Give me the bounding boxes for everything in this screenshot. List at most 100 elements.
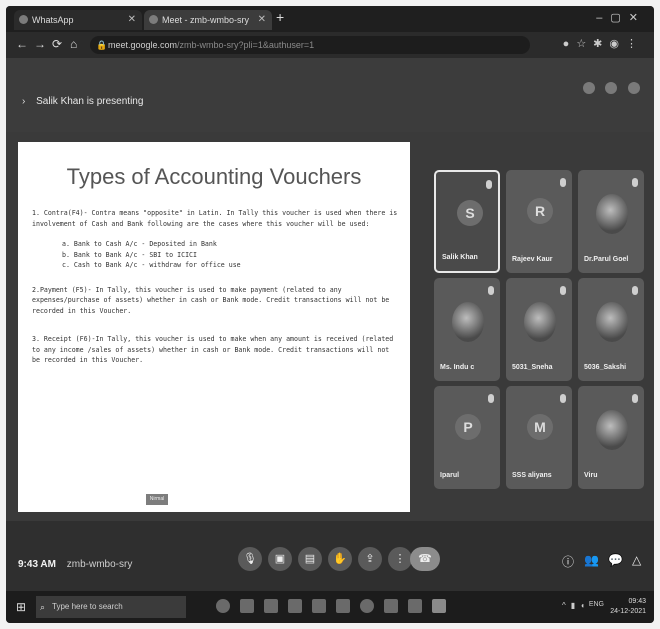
- browser-toolbar-icons[interactable]: ●☆✱◉⋮: [563, 37, 644, 50]
- avatar: S: [457, 200, 483, 226]
- lock-icon: 🔒: [96, 40, 108, 50]
- participant-photo: [596, 194, 628, 234]
- participant-photo: [596, 410, 628, 450]
- participant-name: Iparul: [440, 472, 460, 479]
- meeting-info: 9:43 AM zmb-wmbo-sry: [18, 559, 132, 570]
- activities-icon[interactable]: △: [632, 553, 641, 567]
- hand-icon: ✋: [333, 553, 347, 565]
- clock-time: 09:43: [628, 598, 646, 605]
- participant-tile[interactable]: 5031_Sneha: [506, 278, 572, 381]
- participant-name: Salik Khan: [442, 254, 478, 261]
- participant-tile[interactable]: S Salik Khan: [434, 170, 500, 273]
- people-icon[interactable]: 👥: [584, 553, 599, 567]
- search-placeholder: Type here to search: [52, 602, 123, 611]
- close-icon[interactable]: ✕: [128, 10, 136, 30]
- app-icon[interactable]: [288, 599, 302, 613]
- layout-icon[interactable]: [582, 82, 595, 94]
- participant-tile[interactable]: 5036_Sakshi: [578, 278, 644, 381]
- camera-button[interactable]: ▣: [268, 547, 292, 571]
- top-right-controls: [575, 82, 640, 94]
- participant-tile[interactable]: M SSS aliyans: [506, 386, 572, 489]
- mic-off-icon: [560, 178, 566, 187]
- meet-icon: [149, 15, 158, 24]
- participant-tile[interactable]: Ms. Indu c: [434, 278, 500, 381]
- mic-icon: 🎙: [243, 553, 257, 565]
- contra-paragraph: 1. Contra(F4)- Contra means "opposite" i…: [32, 209, 398, 228]
- mic-off-icon: [632, 178, 638, 187]
- chat-icon[interactable]: 💬: [608, 553, 623, 567]
- app-icon[interactable]: [432, 599, 446, 613]
- participant-photo: [452, 302, 484, 342]
- mic-off-icon: [488, 394, 494, 403]
- presenting-label: Salik Khan is presenting: [36, 96, 144, 107]
- participant-tile[interactable]: Viru: [578, 386, 644, 489]
- slide-body: 1. Contra(F4)- Contra means "opposite" i…: [32, 208, 400, 376]
- chrome-icon[interactable]: [360, 599, 374, 613]
- participant-tile[interactable]: Dr.Parul Goel: [578, 170, 644, 273]
- tab-meet[interactable]: Meet - zmb-wmbo-sry ✕: [144, 10, 272, 30]
- meet-top-bar: › Salik Khan is presenting: [6, 58, 654, 132]
- navigation-bar: ← → ⟳ ⌂ 🔒 meet.google.com/zmb-wmbo-sry?p…: [6, 32, 654, 58]
- contra-item: a. Bank to Cash A/c - Deposited in Bank: [62, 240, 217, 248]
- participant-tile[interactable]: R Rajeev Kaur: [506, 170, 572, 273]
- phone-hangup-icon: ☎: [418, 553, 432, 565]
- more-vert-icon: ⋮: [394, 553, 406, 565]
- fullscreen-icon[interactable]: [605, 82, 618, 94]
- windows-start-icon[interactable]: ⊞: [16, 600, 26, 614]
- url-host: meet.google.com: [108, 40, 178, 50]
- mic-off-icon: [632, 286, 638, 295]
- user-avatar-icon[interactable]: [628, 82, 640, 94]
- contra-item: c. Cash to Bank A/c - withdraw for offic…: [62, 261, 241, 269]
- reload-icon[interactable]: ⟳: [52, 37, 62, 51]
- participant-name: Dr.Parul Goel: [584, 256, 629, 263]
- camera-icon: ▣: [274, 553, 286, 565]
- captions-icon: ▤: [304, 553, 316, 565]
- window-controls[interactable]: –▢✕: [596, 11, 646, 24]
- screen-frame: WhatsApp ✕ Meet - zmb-wmbo-sry ✕ + –▢✕ ←…: [6, 6, 654, 623]
- mic-button[interactable]: 🎙: [238, 547, 262, 571]
- presenting-banner: › Salik Khan is presenting: [22, 96, 143, 107]
- participant-tile[interactable]: P Iparul: [434, 386, 500, 489]
- home-icon[interactable]: ⌂: [70, 37, 77, 51]
- forward-icon[interactable]: →: [34, 37, 46, 51]
- back-icon[interactable]: ←: [16, 37, 28, 51]
- address-bar[interactable]: 🔒 meet.google.com/zmb-wmbo-sry?pli=1&aut…: [90, 36, 530, 54]
- new-tab-button[interactable]: +: [276, 9, 284, 25]
- file-explorer-icon[interactable]: [312, 599, 326, 613]
- slide-title: Types of Accounting Vouchers: [66, 164, 362, 189]
- participant-name: Viru: [584, 472, 598, 479]
- mic-off-icon: [488, 286, 494, 295]
- tab-label: Meet - zmb-wmbo-sry: [162, 15, 250, 25]
- task-view-icon[interactable]: [240, 599, 254, 613]
- meeting-time: 9:43 AM: [18, 559, 56, 570]
- avatar: R: [527, 198, 553, 224]
- cortana-icon[interactable]: [216, 599, 230, 613]
- app-icon[interactable]: [408, 599, 422, 613]
- raise-hand-button[interactable]: ✋: [328, 547, 352, 571]
- leave-call-button[interactable]: ☎: [410, 547, 440, 571]
- receipt-paragraph: 3. Receipt (F6)-In Tally, this voucher i…: [32, 335, 394, 364]
- taskbar-search[interactable]: ⌕ Type here to search: [36, 596, 186, 618]
- app-icon[interactable]: [264, 599, 278, 613]
- tab-whatsapp[interactable]: WhatsApp ✕: [14, 10, 142, 30]
- close-icon[interactable]: ✕: [258, 10, 266, 30]
- present-button[interactable]: ⇪: [358, 547, 382, 571]
- app-icon[interactable]: [336, 599, 350, 613]
- slide-tag: Nirmal: [146, 494, 168, 505]
- windows-taskbar: ⊞ ⌕ Type here to search ^▮◖ 09:43 24-12-…: [6, 591, 654, 623]
- browser-tab-bar: WhatsApp ✕ Meet - zmb-wmbo-sry ✕ + –▢✕: [6, 6, 654, 32]
- system-tray-icons[interactable]: ^▮◖: [562, 601, 590, 610]
- captions-button[interactable]: ▤: [298, 547, 322, 571]
- mic-off-icon: [486, 180, 492, 189]
- app-icon[interactable]: [384, 599, 398, 613]
- language-indicator[interactable]: ENG: [589, 601, 604, 608]
- presented-slide: Types of Accounting Vouchers 1. Contra(F…: [18, 142, 410, 512]
- info-icon[interactable]: ⓘ: [562, 553, 574, 570]
- search-icon: ⌕: [40, 602, 46, 612]
- participant-name: 5036_Sakshi: [584, 364, 627, 371]
- participant-name: SSS aliyans: [512, 472, 552, 479]
- more-options-button[interactable]: ⋮: [388, 547, 412, 571]
- system-clock[interactable]: 09:43 24-12-2021: [610, 597, 646, 617]
- tab-label: WhatsApp: [32, 15, 74, 25]
- participant-name: Rajeev Kaur: [512, 256, 553, 263]
